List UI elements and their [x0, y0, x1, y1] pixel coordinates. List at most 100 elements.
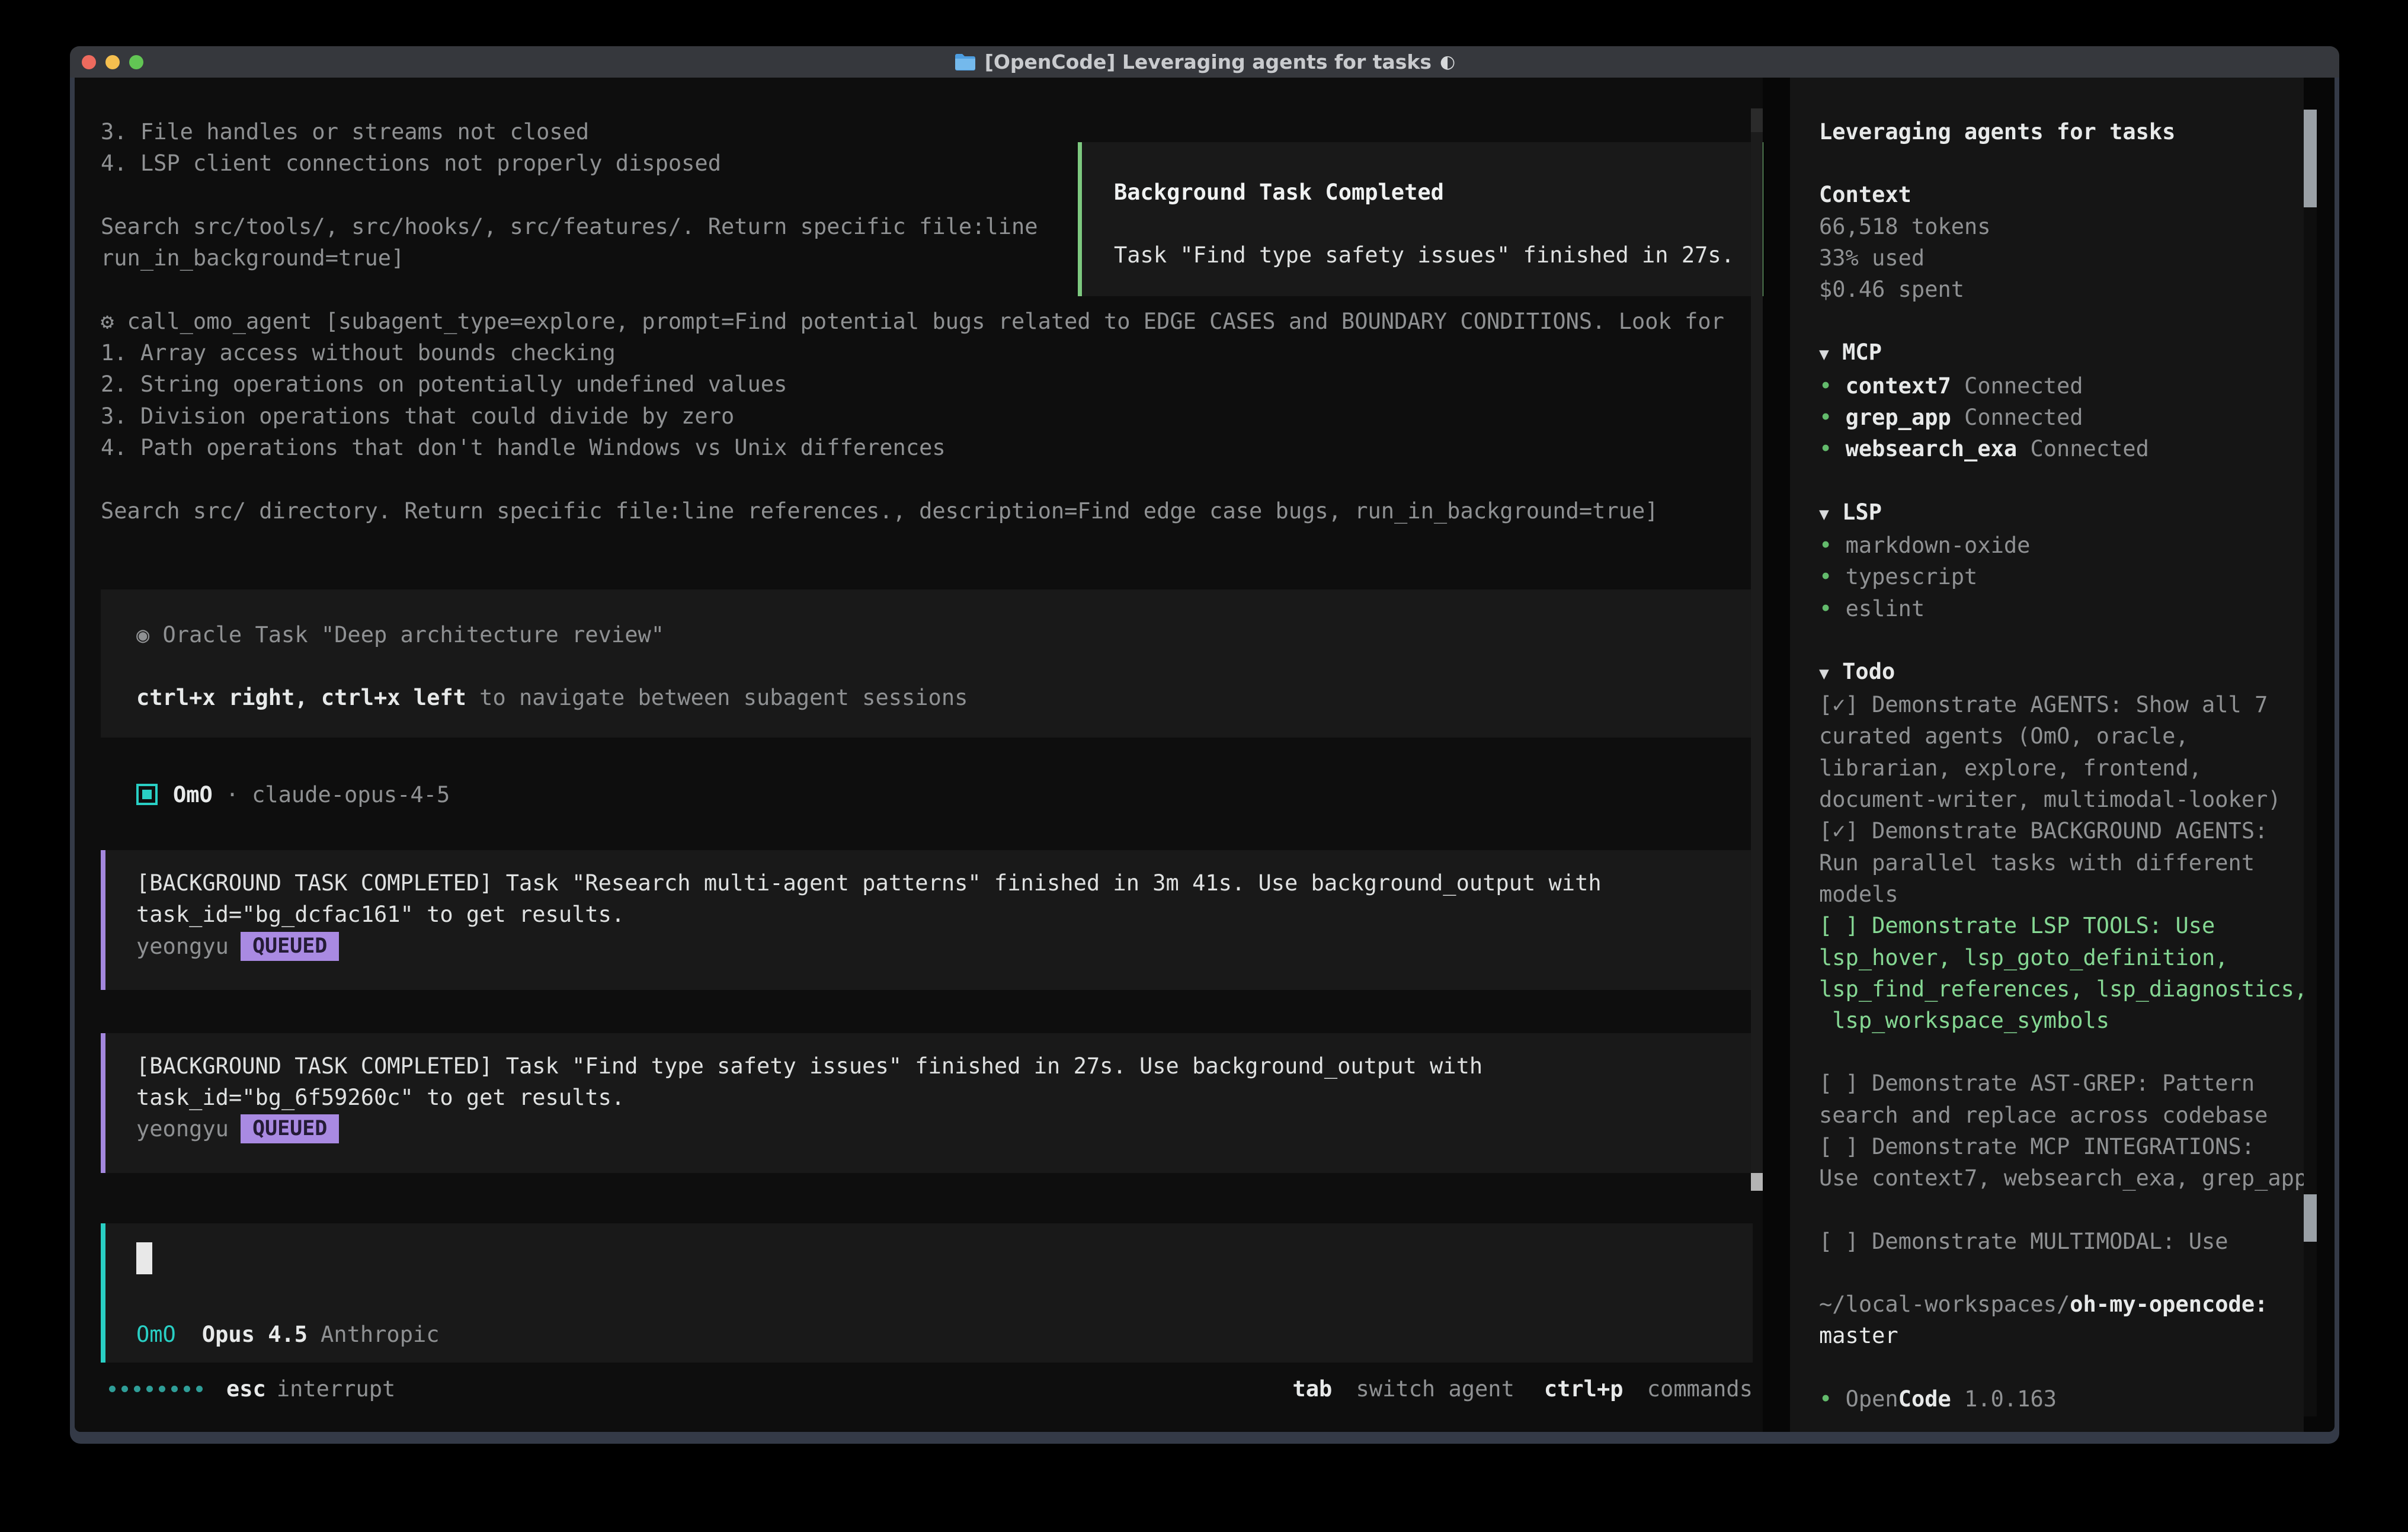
status-dot-icon: • [1819, 1386, 1832, 1412]
titlebar[interactable]: [OpenCode] Leveraging agents for tasks ◐ [70, 46, 2339, 78]
activity-dot [184, 1386, 190, 1392]
message-line: [BACKGROUND TASK COMPLETED] Task "Resear… [136, 867, 1753, 899]
todo-line: [ ] Demonstrate AST-GREP: Pattern [1819, 1068, 2304, 1099]
message-line: task_id="bg_dcfac161" to get results. [136, 899, 1753, 930]
scrollbar-thumb[interactable] [2304, 110, 2317, 207]
agent-name: OmO [173, 782, 213, 807]
sidebar-scrollbar[interactable] [2304, 110, 2317, 1416]
active-agent-label: OmO [136, 1322, 176, 1347]
zoom-button[interactable] [129, 55, 143, 69]
session-title: Leveraging agents for tasks [1819, 116, 2304, 148]
conversation-scrollbar[interactable] [1751, 108, 1763, 1191]
activity-dot [109, 1386, 116, 1392]
oracle-task-card[interactable]: ◉ Oracle Task "Deep architecture review"… [101, 589, 1753, 738]
message-line: task_id="bg_6f59260c" to get results. [136, 1082, 1753, 1113]
tab-key-label: switch agent [1356, 1376, 1514, 1402]
scrollback-line: 3. Division operations that could divide… [101, 400, 1753, 432]
scrollback-line: Search src/ directory. Return specific f… [101, 495, 1753, 527]
status-dot-icon: • [1819, 564, 1832, 589]
subagent-nav-hint: ctrl+x right, ctrl+x left to navigate be… [136, 682, 1753, 713]
lsp-section-header[interactable]: ▼ LSP [1819, 496, 2304, 530]
todo-line: models [1819, 879, 2304, 910]
session-busy-icon: ◐ [1440, 52, 1455, 72]
context-spent: $0.46 spent [1819, 274, 2304, 305]
scrollbar-thumb[interactable] [2304, 1194, 2317, 1242]
lsp-item: • typescript [1819, 561, 2304, 592]
mcp-item: • grep_app Connected [1819, 402, 2304, 433]
active-model-label: Opus 4.5 [202, 1322, 308, 1347]
todo-line: [ ] Demonstrate MCP INTEGRATIONS: [1819, 1131, 2304, 1162]
minimize-button[interactable] [105, 55, 120, 69]
todo-line: [ ] Demonstrate LSP TOOLS: Use [1819, 910, 2304, 941]
workspace-path: ~/local-workspaces/oh-my-opencode: [1819, 1289, 2304, 1320]
message-author: yeongyu [136, 934, 229, 959]
status-badge: QUEUED [241, 932, 339, 961]
activity-dot [196, 1386, 203, 1392]
folder-icon [954, 53, 976, 72]
status-dot-icon: • [1819, 405, 1832, 430]
status-dot-icon: • [1819, 436, 1832, 461]
todo-line: curated agents (OmO, oracle, [1819, 720, 2304, 752]
close-button[interactable] [82, 55, 96, 69]
scrollback-line: 2. String operations on potentially unde… [101, 368, 1753, 400]
tab-key-hint[interactable]: tab [1292, 1376, 1332, 1402]
ctrlp-key-hint[interactable]: ctrl+p [1544, 1376, 1624, 1402]
todo-line: search and replace across codebase [1819, 1100, 2304, 1131]
mcp-item: • websearch_exa Connected [1819, 433, 2304, 464]
lsp-item: • markdown-oxide [1819, 530, 2304, 561]
workspace-branch: master [1819, 1320, 2304, 1351]
agent-square-icon [136, 784, 158, 805]
esc-key-hint[interactable]: esc [226, 1376, 266, 1402]
activity-dot [146, 1386, 153, 1392]
scrollback-line [101, 463, 1753, 495]
toast-body: Task "Find type safety issues" finished … [1114, 239, 1759, 271]
todo-list: [✓] Demonstrate AGENTS: Show all 7curate… [1819, 689, 2304, 1257]
toast-notification[interactable]: Background Task Completed Task "Find typ… [1078, 142, 1763, 296]
chevron-down-icon: ▼ [1819, 504, 1829, 524]
status-dot-icon: • [1819, 373, 1832, 399]
session-header[interactable]: OmO · claude-opus-4-5 [101, 779, 1753, 810]
sidebar: Leveraging agents for tasks Context 66,5… [1790, 78, 2304, 1432]
status-badge: QUEUED [241, 1114, 339, 1143]
app-version-line: • OpenCode 1.0.163 [1819, 1383, 2304, 1415]
todo-line: lsp_workspace_symbols [1819, 1005, 2304, 1036]
traffic-lights [82, 46, 143, 78]
chevron-down-icon: ▼ [1819, 344, 1829, 364]
todo-line: lsp_hover, lsp_goto_definition, [1819, 942, 2304, 973]
todo-section-header[interactable]: ▼ Todo [1819, 656, 2304, 689]
chevron-down-icon: ▼ [1819, 664, 1829, 683]
todo-line: document-writer, multimodal-looker) [1819, 784, 2304, 815]
oracle-task-title: ◉ Oracle Task "Deep architecture review" [136, 619, 1753, 650]
ctrlp-key-label: commands [1647, 1376, 1753, 1402]
scrollbar-thumb[interactable] [1751, 1173, 1763, 1191]
lsp-item: • eslint [1819, 593, 2304, 624]
prompt-input[interactable]: OmO Opus 4.5 Anthropic [101, 1223, 1753, 1363]
background-task-message[interactable]: [BACKGROUND TASK COMPLETED] Task "Find t… [101, 1033, 1753, 1173]
message-line: [BACKGROUND TASK COMPLETED] Task "Find t… [136, 1050, 1753, 1082]
scrollbar-track-cap [1751, 108, 1763, 132]
activity-dot [134, 1386, 140, 1392]
todo-line: librarian, explore, frontend, [1819, 752, 2304, 784]
todo-line: Use context7, websearch_exa, grep_app [1819, 1162, 2304, 1194]
todo-line: lsp_find_references, lsp_diagnostics, [1819, 973, 2304, 1005]
context-heading: Context [1819, 179, 2304, 210]
background-task-message[interactable]: [BACKGROUND TASK COMPLETED] Task "Resear… [101, 850, 1753, 990]
message-author: yeongyu [136, 1116, 229, 1142]
window-title: [OpenCode] Leveraging agents for tasks ◐ [954, 50, 1455, 73]
provider-label: Anthropic [321, 1322, 439, 1347]
activity-dots-icon [109, 1386, 203, 1392]
session-model: claude-opus-4-5 [252, 782, 450, 807]
context-tokens: 66,518 tokens [1819, 211, 2304, 242]
activity-dot [159, 1386, 165, 1392]
separator-dot: · [226, 782, 239, 807]
scrollback-line: ⚙ call_omo_agent [subagent_type=explore,… [101, 306, 1753, 337]
status-dot-icon: • [1819, 533, 1832, 558]
mcp-item: • context7 Connected [1819, 370, 2304, 402]
app-window: [OpenCode] Leveraging agents for tasks ◐… [70, 46, 2339, 1444]
window-title-text: [OpenCode] Leveraging agents for tasks [985, 50, 1432, 73]
mcp-section-header[interactable]: ▼ MCP [1819, 336, 2304, 370]
todo-line: [ ] Demonstrate MULTIMODAL: Use [1819, 1226, 2304, 1257]
window-body: 3. File handles or streams not closed4. … [75, 78, 2335, 1432]
fisheye-icon: ◉ [136, 622, 149, 648]
toast-title: Background Task Completed [1114, 177, 1759, 208]
